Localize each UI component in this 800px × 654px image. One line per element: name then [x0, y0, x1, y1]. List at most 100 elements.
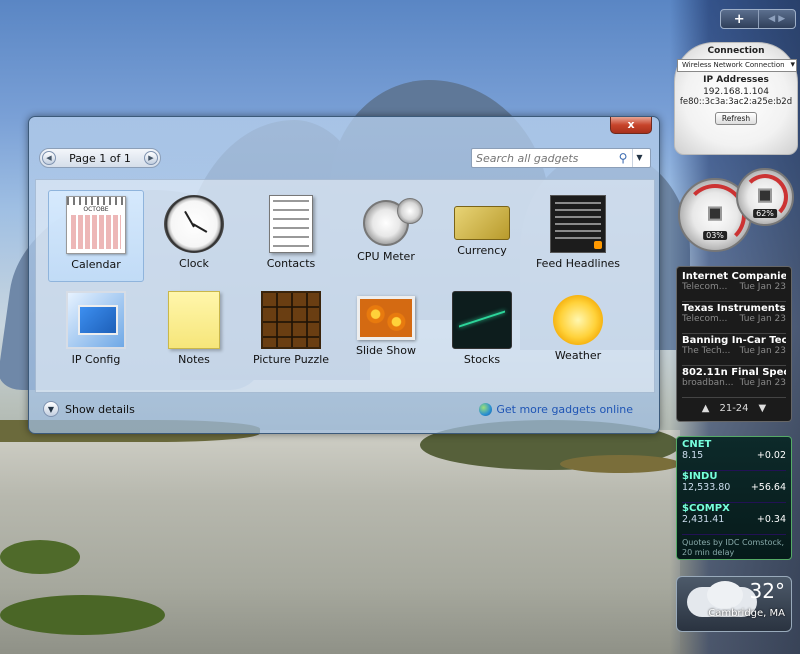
picture-puzzle-icon	[261, 291, 321, 349]
ip-config-icon	[66, 291, 126, 349]
gadget-stocks[interactable]: Stocks	[434, 286, 530, 378]
gadget-label: Contacts	[266, 257, 316, 270]
show-details-label: Show details	[65, 402, 135, 416]
slide-show-icon	[357, 296, 415, 340]
next-page-button[interactable]: ▶	[143, 151, 158, 165]
feed-item[interactable]: Banning In-Car Techn... The Tech... Tue J…	[682, 334, 786, 366]
memory-dial: 62%	[736, 168, 794, 226]
gadget-weather[interactable]: Weather	[530, 286, 626, 378]
feed-source: The Tech...	[682, 346, 731, 356]
stock-row[interactable]: $COMPX 2,431.41 +0.34	[682, 503, 786, 535]
gadget-label: CPU Meter	[357, 250, 415, 263]
stock-symbol: $INDU	[682, 471, 718, 482]
weather-temperature: 32°	[749, 579, 785, 603]
gadget-search: ⚲ ▼	[471, 148, 651, 168]
feed-title: Internet Companies ...	[682, 271, 786, 282]
gadget-label: Slide Show	[355, 344, 417, 357]
gadget-label: Currency	[457, 244, 507, 257]
gadget-clock[interactable]: Clock	[146, 190, 242, 282]
close-button[interactable]: x	[610, 117, 652, 134]
search-dropdown-button[interactable]: ▼	[632, 149, 646, 167]
feed-title: 802.11n Final Spec: ...	[682, 367, 786, 378]
previous-page-button[interactable]: ◀	[42, 151, 56, 165]
contacts-icon	[269, 195, 313, 253]
gadget-label: Stocks	[463, 353, 501, 366]
cpu-meter-gadget: 03% 62%	[676, 166, 800, 256]
add-gadget-button[interactable]: +	[721, 10, 759, 28]
stock-price: 2,431.41	[682, 514, 725, 525]
get-more-gadgets-link[interactable]: Get more gadgets online	[479, 403, 633, 416]
ipv4-address: 192.168.1.104	[703, 87, 769, 97]
cpu-meter-icon	[363, 198, 423, 246]
ip-config-gadget: Connection Wireless Network Connection I…	[674, 42, 798, 155]
search-icon[interactable]: ⚲	[614, 151, 632, 165]
cloud-icon	[707, 581, 743, 609]
feed-pager: ▲ 21-24 ▼	[682, 403, 786, 414]
gadget-currency[interactable]: Currency	[434, 190, 530, 282]
stock-change: +0.34	[756, 514, 786, 525]
calendar-month: OCTOBE	[83, 206, 109, 213]
page-indicator: Page 1 of 1	[69, 151, 131, 165]
refresh-button[interactable]: Refresh	[714, 112, 758, 125]
feed-source: Telecom...	[682, 314, 728, 324]
connection-select[interactable]: Wireless Network Connection	[677, 59, 797, 72]
currency-icon	[454, 206, 510, 240]
stock-change: +0.02	[756, 450, 786, 461]
gadget-label: Calendar	[71, 258, 121, 271]
chevron-down-icon: ▼	[43, 401, 59, 417]
feed-source: Telecom...	[682, 282, 728, 292]
show-details-toggle[interactable]: ▼ Show details	[43, 401, 135, 417]
feed-headlines-gadget: Internet Companies ... Telecom... Tue Jan…	[676, 266, 792, 422]
memory-usage: 62%	[753, 209, 777, 218]
stock-price: 12,533.80	[682, 482, 731, 493]
weather-gadget[interactable]: 32° Cambridge, MA	[676, 576, 792, 632]
gadget-cpu-meter[interactable]: CPU Meter	[338, 190, 434, 282]
stocks-gadget: CNET 8.15 +0.02 $INDU 12,533.80 +56.64 $CO…	[676, 436, 792, 560]
sidebar-nav-arrows[interactable]: ◀ ▶	[759, 10, 796, 28]
weather-city: Cambridge, MA	[708, 608, 785, 619]
calendar-icon: OCTOBE	[66, 196, 126, 254]
shore	[0, 540, 80, 574]
gadget-contacts[interactable]: Contacts	[243, 190, 339, 282]
stock-symbol: CNET	[682, 439, 712, 450]
gadget-picture-puzzle[interactable]: Picture Puzzle	[243, 286, 339, 378]
feed-date: Tue Jan 23	[739, 378, 786, 388]
feed-item[interactable]: Texas Instruments Pr... Telecom... Tue Ja…	[682, 302, 786, 334]
gadget-label: Feed Headlines	[535, 257, 621, 270]
memory-chip-icon	[758, 188, 772, 203]
feed-prev-button[interactable]: ▲	[702, 403, 710, 414]
cpu-usage: 03%	[703, 231, 727, 240]
stocks-attribution: Quotes by IDC Comstock, 20 min delay	[682, 538, 785, 557]
feed-headlines-icon	[550, 195, 606, 253]
feed-item[interactable]: Internet Companies ... Telecom... Tue Jan…	[682, 270, 786, 302]
weather-icon	[553, 295, 603, 345]
sidebar-controls: + ◀ ▶	[720, 9, 796, 29]
globe-icon	[479, 403, 493, 416]
gadget-label: Picture Puzzle	[252, 353, 330, 366]
gadget-calendar[interactable]: OCTOBE Calendar	[48, 190, 144, 282]
feed-next-button[interactable]: ▼	[759, 403, 767, 414]
cpu-chip-icon	[708, 206, 722, 221]
stock-symbol: $COMPX	[682, 503, 730, 514]
ip-addresses-heading: IP Addresses	[703, 75, 769, 85]
gadget-notes[interactable]: Notes	[146, 286, 242, 378]
gadget-ip-config[interactable]: IP Config	[48, 286, 144, 378]
connection-heading: Connection	[707, 46, 765, 56]
stock-row[interactable]: CNET 8.15 +0.02	[682, 439, 786, 471]
gadget-label: Notes	[178, 353, 210, 366]
stock-row[interactable]: $INDU 12,533.80 +56.64	[682, 471, 786, 503]
feed-range: 21-24	[719, 403, 749, 414]
gadget-feed-headlines[interactable]: Feed Headlines	[530, 190, 626, 282]
feed-item[interactable]: 802.11n Final Spec: ... broadban... Tue J…	[682, 366, 786, 398]
gadget-gallery-window: x ◀ Page 1 of 1 ▶ ⚲ ▼ OCTOBE Calendar Cl…	[28, 116, 660, 434]
stock-change: +56.64	[750, 482, 786, 493]
feed-date: Tue Jan 23	[739, 314, 786, 324]
stock-price: 8.15	[682, 450, 704, 461]
notes-icon	[168, 291, 220, 349]
get-more-gadgets-label: Get more gadgets online	[496, 403, 633, 416]
gadget-slide-show[interactable]: Slide Show	[338, 286, 434, 378]
search-input[interactable]	[476, 151, 614, 165]
shore	[560, 455, 680, 473]
feed-date: Tue Jan 23	[739, 346, 786, 356]
ipv6-address: fe80::3c3a:3ac2:a25e:b2d	[679, 97, 793, 107]
